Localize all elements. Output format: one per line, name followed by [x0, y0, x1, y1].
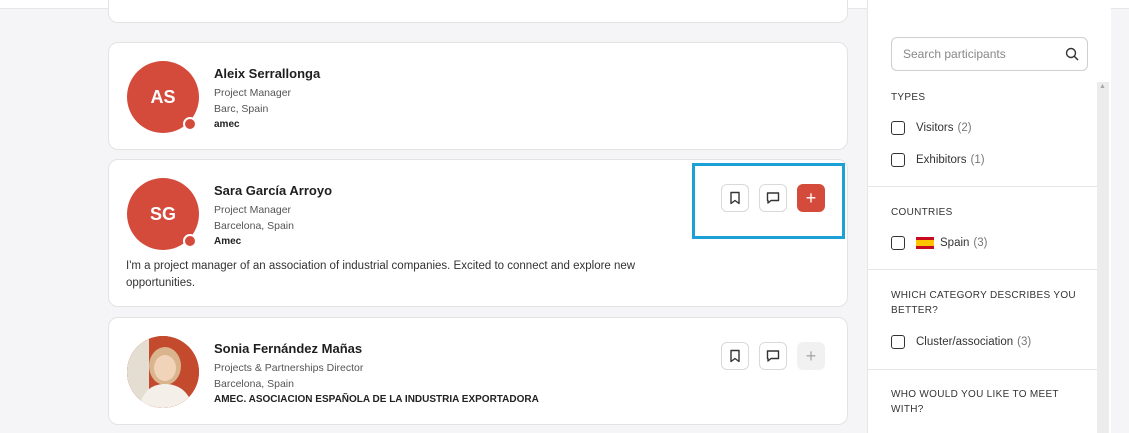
bookmark-icon — [730, 349, 740, 363]
checkbox[interactable] — [891, 236, 905, 250]
filters-sidebar: TYPES Visitors (2) Exhibitors (1) COUNTR… — [867, 0, 1111, 433]
option-label: Visitors — [916, 122, 954, 134]
sidebar-scrollbar[interactable] — [1097, 82, 1109, 433]
avatar: AS — [127, 61, 199, 133]
category-title: WHICH CATEGORY DESCRIBES YOU BETTER? — [891, 290, 1076, 316]
participant-title: Project Manager — [214, 204, 292, 216]
option-count: (2) — [957, 122, 972, 134]
divider — [868, 369, 1098, 370]
option-count: (3) — [973, 237, 988, 249]
chat-button[interactable] — [759, 342, 787, 370]
bookmark-button[interactable] — [721, 342, 749, 370]
filter-option-visitors[interactable]: Visitors (2) — [891, 121, 972, 135]
participant-name[interactable]: Sonia Fernández Mañas — [214, 341, 539, 356]
participant-info: Aleix Serrallonga Project Manager Barc, … — [214, 66, 320, 133]
add-contact-button[interactable]: + — [797, 342, 825, 370]
search-icon[interactable] — [1065, 47, 1079, 61]
participant-card[interactable]: Sonia Fernández Mañas Projects & Partner… — [108, 317, 848, 425]
checkbox[interactable] — [891, 335, 905, 349]
checkbox[interactable] — [891, 121, 905, 135]
search-input[interactable] — [891, 37, 1088, 71]
participants-page: AS Aleix Serrallonga Project Manager Bar… — [0, 0, 1129, 433]
scroll-up-icon[interactable]: ▲ — [1099, 83, 1106, 90]
participant-location: Barcelona, Spain — [214, 220, 294, 232]
option-count: (3) — [1017, 336, 1032, 348]
avatar-photo — [127, 336, 199, 408]
checkbox[interactable] — [891, 153, 905, 167]
avatar-initials: SG — [149, 203, 176, 224]
participant-company: Amec — [214, 236, 242, 247]
option-count: (1) — [970, 154, 985, 166]
spain-flag-icon — [916, 237, 934, 249]
highlight-box — [692, 163, 845, 239]
chat-icon — [766, 350, 780, 362]
participant-location: Barc, Spain — [214, 103, 269, 115]
meet-title: WHO WOULD YOU LIKE TO MEET WITH? — [891, 389, 1059, 415]
participant-name[interactable]: Sara García Arroyo — [214, 183, 332, 198]
filter-option-exhibitors[interactable]: Exhibitors (1) — [891, 153, 985, 167]
option-label: Exhibitors — [916, 154, 967, 166]
types-title: TYPES — [891, 92, 926, 103]
participant-location: Barcelona, Spain — [214, 378, 294, 390]
participant-card[interactable]: AS Aleix Serrallonga Project Manager Bar… — [108, 42, 848, 150]
status-dot — [183, 234, 197, 248]
divider — [868, 186, 1098, 187]
participant-name[interactable]: Aleix Serrallonga — [214, 66, 320, 81]
portrait-image — [127, 336, 199, 408]
participant-info: Sara García Arroyo Project Manager Barce… — [214, 183, 332, 250]
participant-company: amec — [214, 119, 240, 130]
avatar-initials: AS — [150, 86, 176, 107]
participant-bio: I'm a project manager of an association … — [126, 260, 636, 289]
filter-option-spain[interactable]: Spain (3) — [891, 236, 987, 250]
participant-title: Projects & Partnerships Director — [214, 362, 364, 374]
participant-card-partial — [108, 0, 848, 23]
avatar: SG — [127, 178, 199, 250]
participant-title: Project Manager — [214, 87, 292, 99]
participant-info: Sonia Fernández Mañas Projects & Partner… — [214, 341, 539, 408]
countries-title: COUNTRIES — [891, 207, 953, 218]
card-actions: + — [721, 342, 825, 370]
participant-company: AMEC. ASOCIACION ESPAÑOLA DE LA INDUSTRI… — [214, 394, 539, 405]
filter-option-cluster[interactable]: Cluster/association (3) — [891, 335, 1031, 349]
option-label: Cluster/association — [916, 336, 1014, 348]
plus-icon: + — [805, 345, 817, 366]
divider — [868, 269, 1098, 270]
status-dot — [183, 117, 197, 131]
option-label: Spain — [940, 237, 970, 249]
